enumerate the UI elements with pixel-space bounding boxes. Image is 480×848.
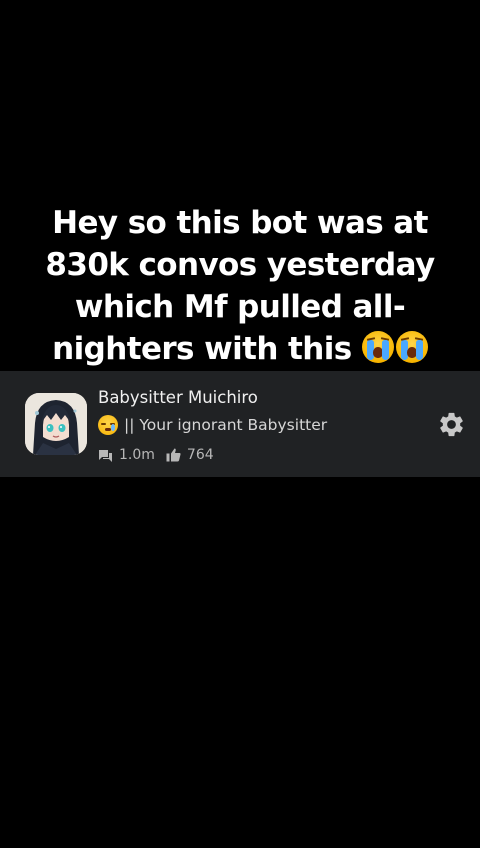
chat-count: 1.0m [98, 447, 155, 463]
loudly-crying-face-icon [395, 331, 428, 363]
bot-card[interactable]: Babysitter Muichiro || Your ignorant Bab… [0, 371, 480, 477]
thumbs-up-icon [166, 448, 181, 462]
chat-bubble-icon [99, 449, 112, 462]
caption: Hey so this bot was at 830k convos yeste… [30, 202, 450, 370]
like-count-value: 764 [186, 447, 214, 463]
sleepy-face-icon [98, 415, 118, 435]
bot-stats: 1.0m 764 [98, 447, 225, 463]
like-count: 764 [166, 447, 214, 463]
chat-count-value: 1.0m [119, 447, 155, 463]
gear-icon [440, 412, 463, 437]
loudly-crying-face-icon [361, 331, 394, 363]
bot-tagline-text: || Your ignorant Babysitter [124, 416, 328, 434]
bot-tagline: || Your ignorant Babysitter [98, 415, 327, 435]
crying-emojis [361, 331, 428, 363]
bot-name[interactable]: Babysitter Muichiro [98, 388, 258, 407]
settings-button[interactable] [437, 410, 466, 439]
bot-avatar[interactable] [25, 393, 87, 455]
